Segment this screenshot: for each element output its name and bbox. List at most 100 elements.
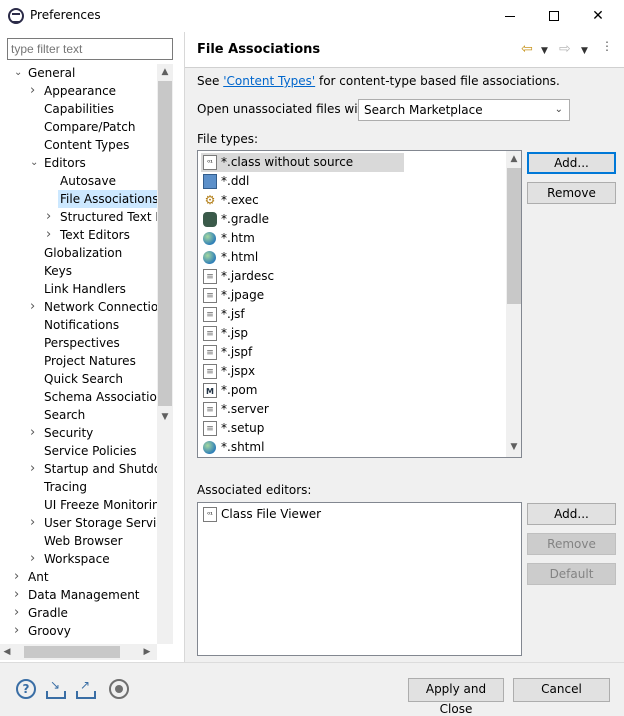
scroll-right-icon[interactable]: ▶ [140, 644, 154, 660]
file-type-row[interactable]: *.htm [201, 229, 255, 248]
tree-item[interactable]: › Structured Text Ed [0, 208, 157, 226]
scroll-up-icon[interactable]: ▲ [506, 151, 521, 167]
file-type-row[interactable]: M *.pom [201, 381, 257, 400]
tree-item[interactable]: Perspectives [0, 334, 157, 352]
collapsed-chevron-icon[interactable]: › [30, 424, 40, 442]
file-type-row[interactable]: ≡ *.jpage [201, 286, 264, 305]
file-type-row[interactable]: *.html [201, 248, 258, 267]
tree-item[interactable]: File Associations [0, 190, 157, 208]
tree-item[interactable]: Tracing [0, 478, 157, 496]
tree-item[interactable]: › Appearance [0, 82, 157, 100]
editor-add-button[interactable]: Add... [527, 503, 616, 525]
file-type-row[interactable]: ≡ *.server [201, 400, 269, 419]
associated-editor-row[interactable]: ⁰¹ Class File Viewer [201, 505, 321, 524]
collapsed-chevron-icon[interactable]: › [14, 604, 24, 622]
tree-item[interactable]: Project Natures [0, 352, 157, 370]
file-type-add-button[interactable]: Add... [527, 152, 616, 174]
scroll-up-icon[interactable]: ▲ [157, 64, 173, 80]
file-type-row[interactable]: ≡ *.jspx [201, 362, 255, 381]
file-type-row[interactable]: *.gradle [201, 210, 269, 229]
scroll-down-icon[interactable]: ▼ [157, 409, 173, 425]
tree-item[interactable]: › Data Management [0, 586, 157, 604]
scroll-thumb[interactable] [158, 81, 172, 406]
tree-item[interactable]: Link Handlers [0, 280, 157, 298]
scroll-down-icon[interactable]: ▼ [506, 439, 521, 455]
scroll-thumb[interactable] [507, 168, 521, 304]
file-type-row[interactable]: ⚙ *.exec [201, 191, 259, 210]
collapsed-chevron-icon[interactable]: › [30, 298, 40, 316]
file-type-row[interactable]: ≡ *.jsf [201, 305, 245, 324]
file-type-row[interactable]: ≡ *.jsp [201, 324, 248, 343]
forward-menu-chevron-icon[interactable]: ▼ [581, 42, 588, 60]
view-menu-icon[interactable]: ⋮ [601, 40, 613, 61]
tree-item[interactable]: ⌄ General [0, 64, 157, 82]
tree-item[interactable]: Compare/Patch [0, 118, 157, 136]
cancel-button[interactable]: Cancel [513, 678, 610, 702]
open-unassociated-select[interactable]: Search Marketplace ⌄ [358, 99, 570, 121]
expanded-chevron-icon[interactable]: ⌄ [30, 154, 40, 172]
tree-item[interactable]: › Security [0, 424, 157, 442]
close-button[interactable]: ✕ [576, 4, 620, 28]
collapsed-chevron-icon[interactable]: › [30, 82, 40, 100]
collapsed-chevron-icon[interactable]: › [30, 514, 40, 532]
record-icon[interactable] [109, 679, 129, 699]
maximize-button[interactable] [532, 4, 576, 28]
file-type-row[interactable]: *.ddl [201, 172, 249, 191]
tree-item-label: General [28, 66, 76, 80]
import-icon[interactable]: ↘ [46, 679, 66, 699]
tree-item[interactable]: › Workspace [0, 550, 157, 568]
forward-arrow-icon[interactable]: ⇨ [559, 40, 571, 58]
file-type-row[interactable]: ≡ *.jspf [201, 343, 252, 362]
content-types-link[interactable]: 'Content Types' [223, 74, 315, 88]
back-menu-chevron-icon[interactable]: ▼ [541, 42, 548, 60]
back-arrow-icon[interactable]: ⇦ [521, 40, 533, 58]
tree-item[interactable]: ⌄ Editors [0, 154, 157, 172]
collapsed-chevron-icon[interactable]: › [30, 460, 40, 478]
collapsed-chevron-icon[interactable]: › [14, 586, 24, 604]
export-icon[interactable]: ↗ [76, 679, 96, 699]
file-types-list[interactable]: *.shtml ≡ *.setup ≡ *.server M *.pom ≡ *.jspx ≡ *.… [197, 150, 522, 458]
editor-default-button[interactable]: Default [527, 563, 616, 585]
file-types-scrollbar[interactable]: ▲ ▼ [506, 151, 521, 457]
file-type-row[interactable]: ⁰¹ *.class without source [201, 153, 404, 172]
collapsed-chevron-icon[interactable]: › [14, 568, 24, 586]
file-type-remove-button[interactable]: Remove [527, 182, 616, 204]
tree-item[interactable]: › Gradle [0, 604, 157, 622]
tree-item[interactable]: Quick Search [0, 370, 157, 388]
editor-remove-button[interactable]: Remove [527, 533, 616, 555]
tree-item[interactable]: Web Browser [0, 532, 157, 550]
tree-item[interactable]: Service Policies [0, 442, 157, 460]
tree-item[interactable]: Search [0, 406, 157, 424]
tree-item[interactable]: › User Storage Service [0, 514, 157, 532]
tree-item[interactable]: › Startup and Shutdow [0, 460, 157, 478]
tree-item[interactable]: › Ant [0, 568, 157, 586]
tree-item[interactable]: Autosave [0, 172, 157, 190]
tree-vertical-scrollbar[interactable]: ▲ ▼ [157, 64, 173, 644]
collapsed-chevron-icon[interactable]: › [46, 226, 56, 244]
file-type-row[interactable]: *.shtml [201, 438, 264, 457]
collapsed-chevron-icon[interactable]: › [46, 208, 56, 226]
tree-item[interactable]: UI Freeze Monitoring [0, 496, 157, 514]
tree-item[interactable]: Notifications [0, 316, 157, 334]
scroll-thumb[interactable] [24, 646, 120, 658]
help-icon[interactable]: ? [16, 679, 36, 699]
tree-item[interactable]: Content Types [0, 136, 157, 154]
tree-item[interactable]: › Network Connection [0, 298, 157, 316]
collapsed-chevron-icon[interactable]: › [14, 622, 24, 640]
minimize-button[interactable] [488, 4, 532, 28]
tree-horizontal-scrollbar[interactable]: ◀ ▶ [0, 644, 157, 660]
apply-and-close-button[interactable]: Apply and Close [408, 678, 504, 716]
file-type-row[interactable]: ≡ *.setup [201, 419, 264, 438]
expanded-chevron-icon[interactable]: ⌄ [14, 64, 24, 82]
collapsed-chevron-icon[interactable]: › [30, 550, 40, 568]
tree-item[interactable]: › Text Editors [0, 226, 157, 244]
tree-item[interactable]: › Groovy [0, 622, 157, 640]
associated-editors-list[interactable]: ⁰¹ Class File Viewer [197, 502, 522, 656]
scroll-left-icon[interactable]: ◀ [0, 644, 14, 660]
filter-input[interactable] [7, 38, 173, 60]
tree-item[interactable]: Globalization [0, 244, 157, 262]
tree-item[interactable]: Schema Associations [0, 388, 157, 406]
tree-item[interactable]: Keys [0, 262, 157, 280]
file-type-row[interactable]: ≡ *.jardesc [201, 267, 274, 286]
tree-item[interactable]: Capabilities [0, 100, 157, 118]
